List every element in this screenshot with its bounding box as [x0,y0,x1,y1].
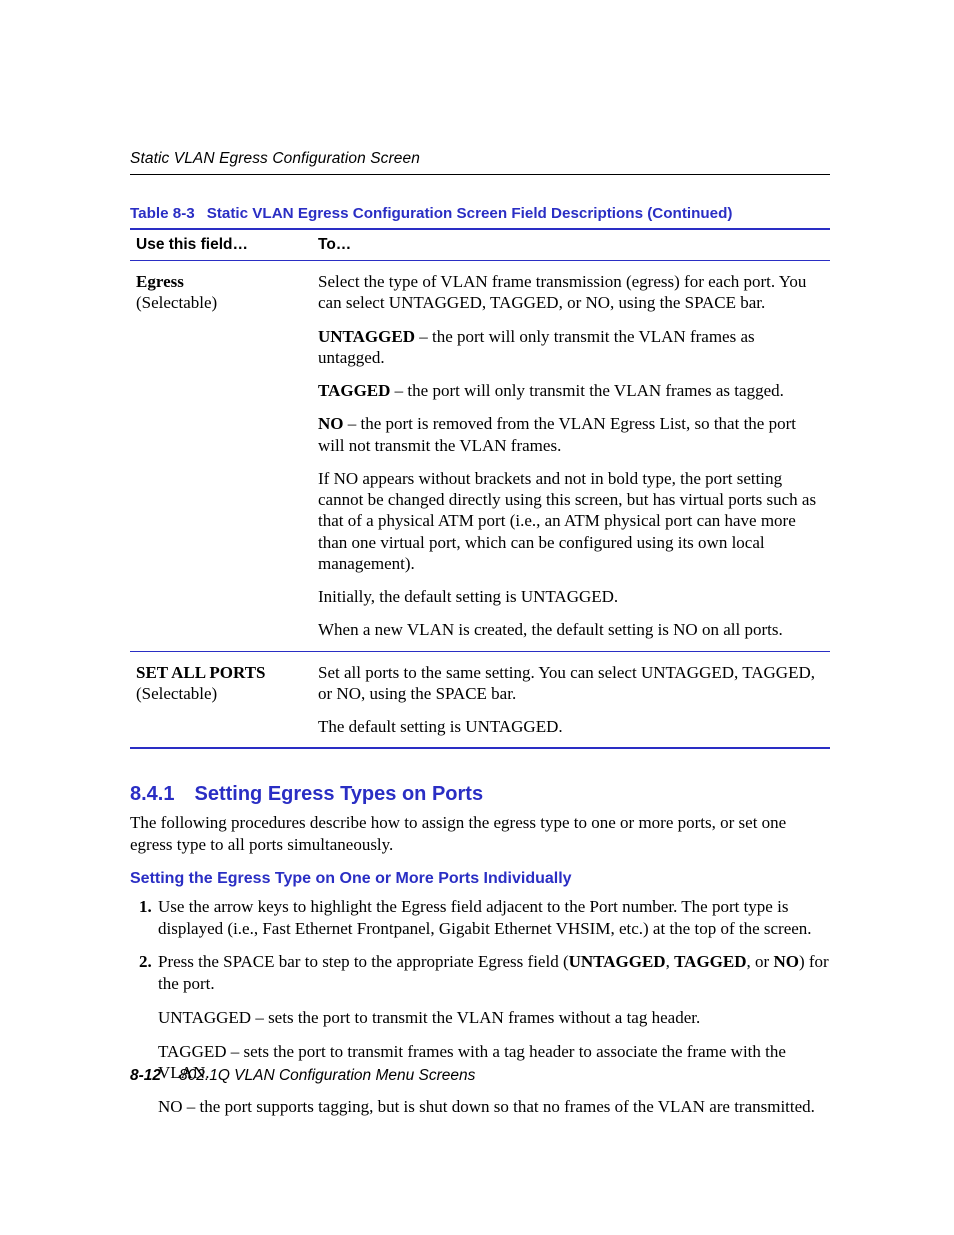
section-title: Setting Egress Types on Ports [194,783,483,805]
procedure-step: Press the SPACE bar to step to the appro… [156,951,830,1118]
desc-para: NO – the port is removed from the VLAN E… [318,413,824,456]
term-rest: – the port will only transmit the VLAN f… [390,381,783,400]
table-title: Static VLAN Egress Configuration Screen … [207,205,733,222]
section-intro: The following procedures describe how to… [130,812,830,856]
table-header-usefield: Use this field… [130,229,312,261]
step-pre: Press the SPACE bar to step to the appro… [158,952,569,971]
term-bold: TAGGED [318,381,390,400]
desc-para: UNTAGGED – the port will only transmit t… [318,326,824,369]
desc-para: Select the type of VLAN frame transmissi… [318,271,824,314]
step-text: Use the arrow keys to highlight the Egre… [158,897,812,938]
table-header-row: Use this field… To… [130,229,830,261]
desc-para: The default setting is UNTAGGED. [318,716,824,737]
section-number: 8.4.1 [130,783,174,805]
table-label: Table 8-3 [130,205,195,222]
term-bold: NO [318,414,344,433]
field-name-cell: Egress (Selectable) [130,261,312,652]
desc-para: Initially, the default setting is UNTAGG… [318,586,824,607]
desc-para: If NO appears without brackets and not i… [318,468,824,574]
chapter-title: 802.1Q VLAN Configuration Menu Screens [179,1067,475,1084]
field-name-bold: Egress [136,272,184,291]
table-row: SET ALL PORTS (Selectable) Set all ports… [130,651,830,748]
document-page: Static VLAN Egress Configuration Screen … [0,0,954,1235]
step-bold: TAGGED [674,952,746,971]
procedure-step: Use the arrow keys to highlight the Egre… [156,896,830,940]
term-rest: – the port is removed from the VLAN Egre… [318,414,796,454]
field-name-bold: SET ALL PORTS [136,663,265,682]
desc-para: When a new VLAN is created, the default … [318,619,824,640]
page-number: 8-12 [130,1067,161,1084]
subsection-heading: Setting the Egress Type on One or More P… [130,870,830,888]
step-bold: NO [773,952,799,971]
step-sep: , or [747,952,774,971]
desc-para: TAGGED – the port will only transmit the… [318,380,824,401]
desc-para: Set all ports to the same setting. You c… [318,662,824,705]
table-row: Egress (Selectable) Select the type of V… [130,261,830,652]
running-header: Static VLAN Egress Configuration Screen [130,150,830,175]
step-sub: NO – the port supports tagging, but is s… [158,1096,830,1118]
field-descriptions-table: Use this field… To… Egress (Selectable) … [130,228,830,749]
page-footer: 8-12 802.1Q VLAN Configuration Menu Scree… [130,1067,830,1085]
field-name-sub: (Selectable) [136,293,217,312]
table-header-to: To… [312,229,830,261]
section-heading: 8.4.1 Setting Egress Types on Ports [130,783,830,806]
field-name-sub: (Selectable) [136,684,217,703]
field-desc-cell: Select the type of VLAN frame transmissi… [312,261,830,652]
step-bold: UNTAGGED [569,952,666,971]
field-name-cell: SET ALL PORTS (Selectable) [130,651,312,748]
step-sub: UNTAGGED – sets the port to transmit the… [158,1007,830,1029]
term-bold: UNTAGGED [318,327,415,346]
table-caption: Table 8-3 Static VLAN Egress Configuratio… [130,205,830,222]
step-sep: , [666,952,675,971]
field-desc-cell: Set all ports to the same setting. You c… [312,651,830,748]
step-text: Press the SPACE bar to step to the appro… [158,952,829,993]
